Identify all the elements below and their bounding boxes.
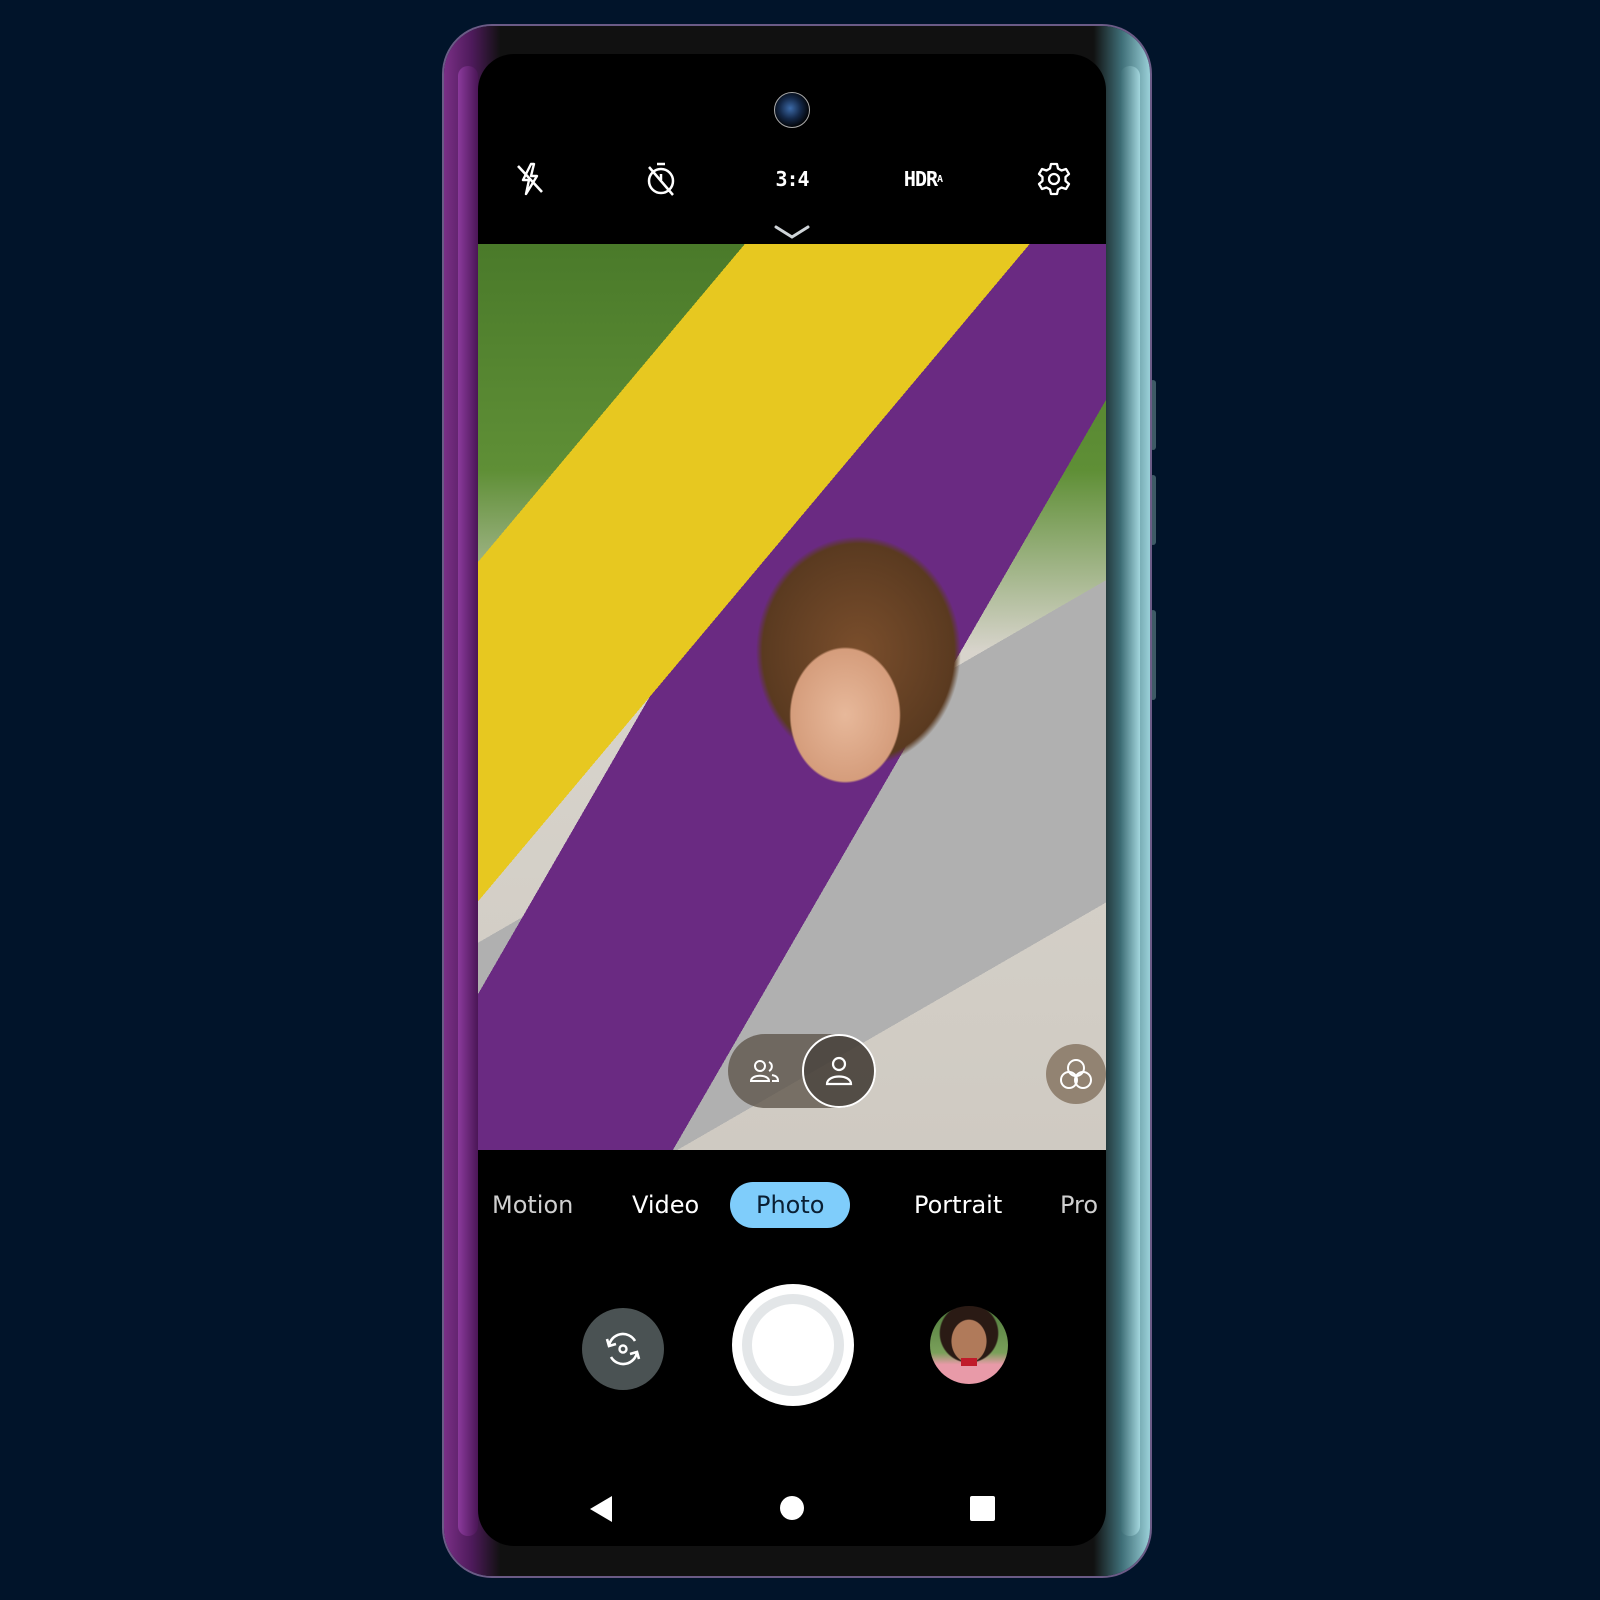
mode-video[interactable]: Video	[606, 1182, 725, 1228]
shutter-button[interactable]	[732, 1284, 854, 1406]
hdr-button[interactable]: HDR A	[893, 149, 953, 209]
mode-motion[interactable]: Motion	[478, 1182, 599, 1228]
mode-label: Video	[632, 1191, 700, 1219]
group-icon	[750, 1060, 780, 1082]
chevron-down-icon	[774, 225, 810, 239]
power-button[interactable]	[1150, 610, 1156, 700]
mode-label: Pro	[1060, 1191, 1099, 1219]
mode-photo[interactable]: Photo	[730, 1182, 851, 1228]
switch-camera-icon	[605, 1332, 641, 1366]
back-icon[interactable]	[590, 1496, 612, 1522]
person-icon	[825, 1056, 853, 1086]
timer-toggle-button[interactable]	[631, 149, 691, 209]
home-icon[interactable]	[780, 1496, 804, 1520]
capture-controls	[478, 1284, 1106, 1414]
front-camera-cutout	[774, 92, 810, 128]
aspect-ratio-label: 3:4	[775, 167, 809, 191]
switch-camera-button[interactable]	[582, 1308, 664, 1390]
flash-toggle-button[interactable]	[500, 149, 560, 209]
preview-image	[478, 244, 1106, 1150]
timer-off-icon	[647, 162, 675, 196]
camera-top-bar: 3:4 HDR A	[478, 149, 1106, 209]
camera-mode-selector: Motion Video Photo Portrait Pro	[478, 1182, 1106, 1234]
mode-label: Photo	[756, 1191, 825, 1219]
single-mode-option[interactable]	[802, 1034, 876, 1108]
volume-down-button[interactable]	[1150, 475, 1156, 545]
volume-up-button[interactable]	[1150, 380, 1156, 450]
people-count-toggle[interactable]	[728, 1034, 876, 1108]
group-mode-option[interactable]	[728, 1034, 802, 1108]
gallery-thumbnail[interactable]	[930, 1306, 1008, 1384]
hdr-mode-label: A	[937, 173, 943, 185]
mode-label: Portrait	[914, 1191, 1003, 1219]
filters-icon	[1060, 1059, 1092, 1089]
filters-button[interactable]	[1046, 1044, 1106, 1104]
screen-edge-right	[1120, 66, 1140, 1536]
camera-viewfinder[interactable]	[478, 244, 1106, 1150]
mode-pro[interactable]: Pro	[1034, 1182, 1106, 1228]
flash-off-icon	[517, 162, 543, 196]
expand-settings-button[interactable]	[772, 222, 812, 242]
phone-frame: 3:4 HDR A Motion Video Photo Portrait Pr…	[444, 26, 1150, 1576]
screen-edge-left	[458, 66, 478, 1536]
shutter-inner-ring	[742, 1294, 844, 1396]
thumbnail-detail	[961, 1358, 977, 1366]
settings-button[interactable]	[1024, 149, 1084, 209]
recents-icon[interactable]	[970, 1496, 995, 1521]
camera-app-screen: 3:4 HDR A Motion Video Photo Portrait Pr…	[478, 54, 1106, 1546]
mode-label: Motion	[492, 1191, 574, 1219]
aspect-ratio-button[interactable]: 3:4	[762, 149, 822, 209]
hdr-label: HDR	[903, 167, 938, 191]
gear-icon	[1037, 162, 1071, 196]
mode-portrait[interactable]: Portrait	[888, 1182, 1028, 1228]
system-navigation-bar	[478, 1484, 1106, 1534]
